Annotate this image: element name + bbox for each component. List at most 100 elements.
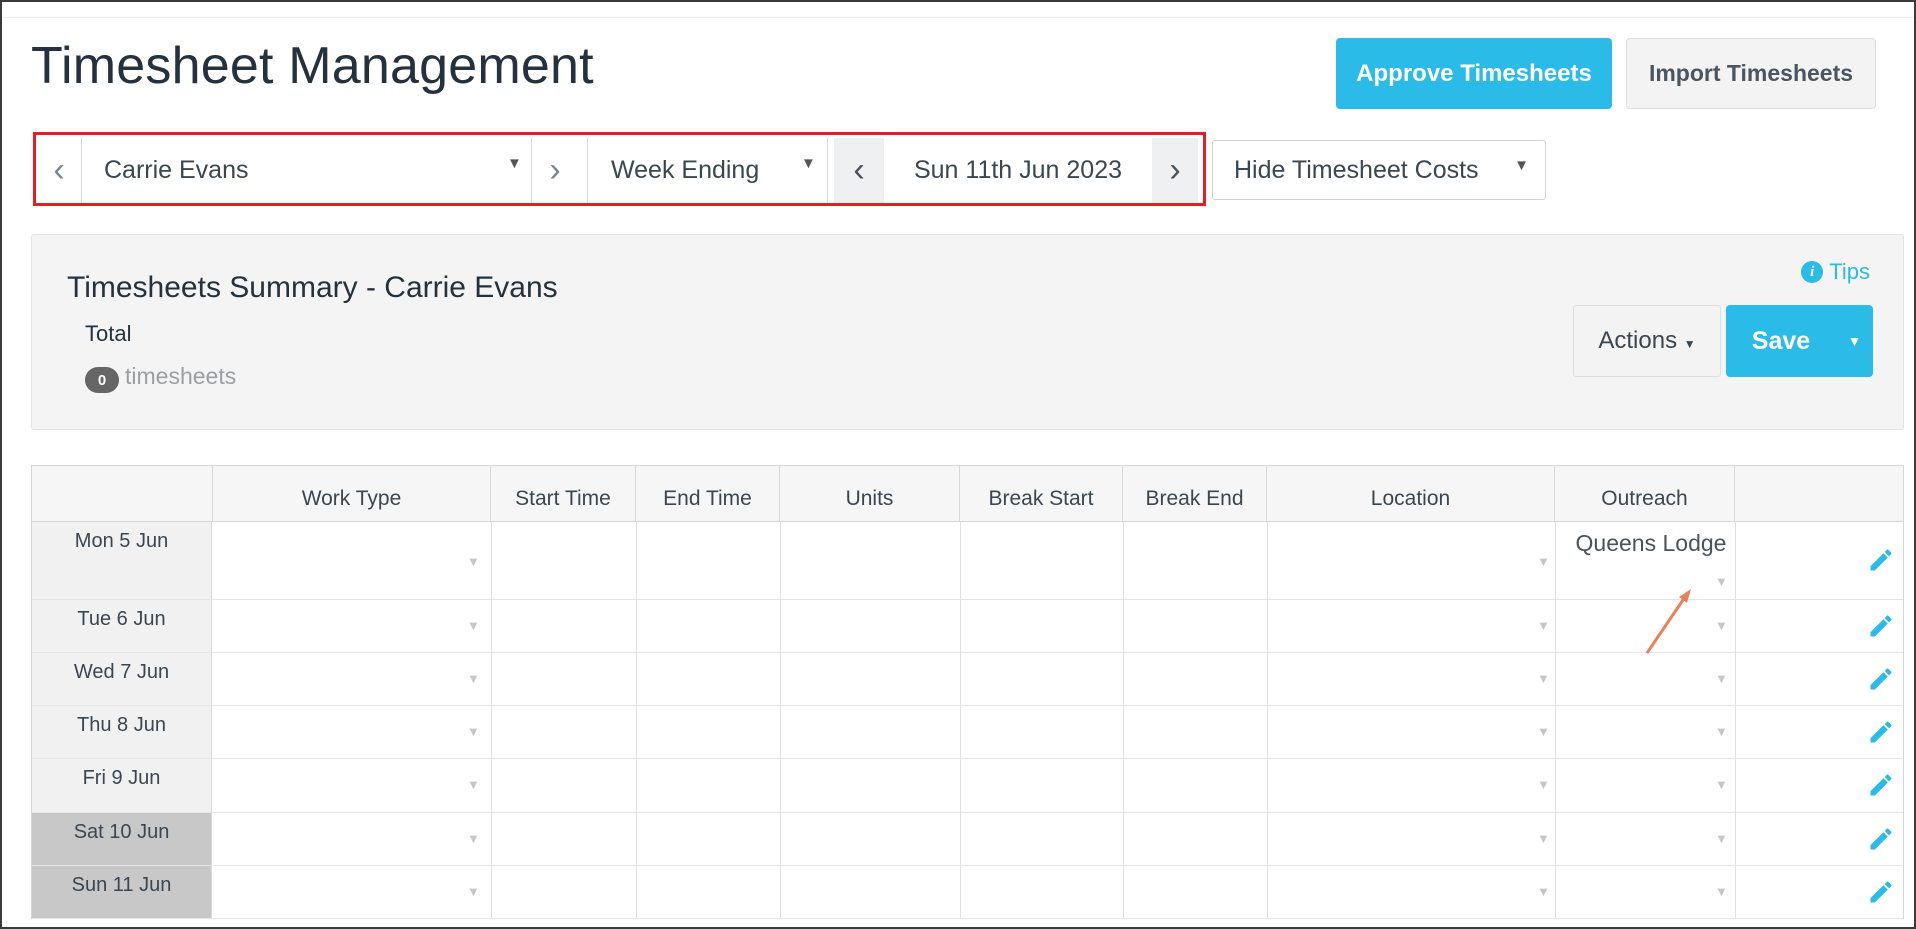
caret-down-icon[interactable]: ▼ — [467, 618, 480, 633]
day-cell: Tue 6 Jun — [32, 600, 212, 652]
costs-select-label: Hide Timesheet Costs — [1234, 155, 1479, 184]
caret-down-icon[interactable]: ▼ — [1715, 574, 1728, 589]
next-employee-button[interactable]: › — [531, 138, 579, 203]
save-button[interactable]: Save — [1726, 305, 1836, 377]
column-divider — [1735, 706, 1736, 758]
column-divider — [636, 813, 637, 865]
pencil-icon[interactable] — [1867, 878, 1895, 906]
column-divider — [636, 600, 637, 652]
caret-down-icon[interactable]: ▼ — [1537, 884, 1550, 899]
column-divider — [960, 522, 961, 599]
caret-down-icon[interactable]: ▼ — [1715, 724, 1728, 739]
prev-employee-button[interactable]: ‹ — [37, 138, 81, 203]
caret-down-icon[interactable]: ▼ — [1715, 618, 1728, 633]
top-strip — [2, 2, 1914, 18]
prev-week-button[interactable]: ‹ — [834, 138, 884, 203]
divider — [81, 138, 82, 203]
pencil-icon[interactable] — [1867, 665, 1895, 693]
next-week-button[interactable]: › — [1152, 138, 1198, 203]
column-divider — [1123, 522, 1124, 599]
column-header: Location — [1267, 466, 1555, 522]
column-divider — [1123, 600, 1124, 652]
column-header: Work Type — [213, 466, 491, 522]
day-cell: Sun 11 Jun — [32, 866, 212, 918]
caret-down-icon[interactable]: ▼ — [1537, 831, 1550, 846]
save-options-dropdown[interactable]: ▼ — [1836, 305, 1873, 377]
import-timesheets-button[interactable]: Import Timesheets — [1626, 38, 1876, 109]
chevron-right-icon: › — [549, 151, 561, 189]
column-divider — [636, 706, 637, 758]
table-row: Mon 5 Jun ▼ ▼ ▼ Queens Lodge — [32, 522, 1903, 600]
timesheet-costs-select[interactable]: Hide Timesheet Costs ▼ — [1212, 140, 1546, 200]
column-divider — [1267, 653, 1268, 705]
caret-down-icon[interactable]: ▼ — [467, 777, 480, 792]
caret-down-icon[interactable]: ▼ — [1715, 884, 1728, 899]
column-divider — [1267, 813, 1268, 865]
column-divider — [1555, 706, 1556, 758]
info-icon: i — [1801, 261, 1824, 283]
caret-down-icon: ▼ — [1847, 333, 1862, 349]
column-divider — [491, 600, 492, 652]
caret-down-icon[interactable]: ▼ — [467, 671, 480, 686]
column-divider — [1735, 866, 1736, 918]
column-divider — [1123, 813, 1124, 865]
timesheet-grid: Work Type Start Time End Time Units Brea… — [31, 465, 1904, 919]
column-divider — [1735, 600, 1736, 652]
summary-total-label: Total — [85, 321, 132, 346]
column-divider — [1555, 813, 1556, 865]
column-header: Units — [780, 466, 960, 522]
column-divider — [1123, 653, 1124, 705]
column-header: Start Time — [491, 466, 636, 522]
divider — [827, 138, 828, 203]
day-column-header — [32, 466, 213, 522]
summary-title: Timesheets Summary - Carrie Evans — [67, 271, 558, 304]
week-date-picker[interactable]: Sun 11th Jun 2023 — [884, 138, 1152, 203]
caret-down-icon[interactable]: ▼ — [467, 554, 480, 569]
caret-down-icon[interactable]: ▼ — [1715, 777, 1728, 792]
column-divider — [960, 600, 961, 652]
actions-dropdown-button[interactable]: Actions ▼ — [1573, 305, 1721, 377]
pencil-icon[interactable] — [1867, 718, 1895, 746]
caret-down-icon: ▼ — [1514, 157, 1529, 174]
column-divider — [1735, 759, 1736, 812]
column-divider — [780, 813, 781, 865]
caret-down-icon[interactable]: ▼ — [467, 724, 480, 739]
caret-down-icon[interactable]: ▼ — [1537, 724, 1550, 739]
column-divider — [780, 759, 781, 812]
timesheets-summary-panel: Timesheets Summary - Carrie Evans Total … — [31, 234, 1904, 430]
column-header: End Time — [636, 466, 780, 522]
timesheet-count-badge: 0 — [85, 367, 119, 393]
pencil-icon[interactable] — [1867, 612, 1895, 640]
caret-down-icon[interactable]: ▼ — [1715, 671, 1728, 686]
pencil-icon[interactable] — [1867, 771, 1895, 799]
pencil-icon[interactable] — [1867, 825, 1895, 853]
caret-down-icon[interactable]: ▼ — [1537, 554, 1550, 569]
column-divider — [1267, 866, 1268, 918]
caret-down-icon[interactable]: ▼ — [1715, 831, 1728, 846]
column-divider — [960, 866, 961, 918]
caret-down-icon[interactable]: ▼ — [1537, 671, 1550, 686]
column-divider — [1267, 600, 1268, 652]
column-divider — [491, 813, 492, 865]
tips-label: Tips — [1829, 259, 1870, 284]
caret-down-icon[interactable]: ▼ — [467, 884, 480, 899]
column-divider — [960, 706, 961, 758]
approve-timesheets-button[interactable]: Approve Timesheets — [1336, 38, 1612, 109]
caret-down-icon: ▼ — [507, 155, 522, 172]
tips-link[interactable]: i Tips — [1801, 259, 1870, 285]
caret-down-icon: ▼ — [1683, 337, 1696, 351]
column-divider — [636, 866, 637, 918]
chevron-left-icon: ‹ — [53, 151, 65, 189]
outreach-select-value[interactable]: Queens Lodge — [1562, 530, 1740, 557]
column-divider — [491, 759, 492, 812]
employee-select[interactable]: Carrie Evans — [104, 138, 249, 203]
caret-down-icon[interactable]: ▼ — [467, 831, 480, 846]
caret-down-icon[interactable]: ▼ — [1537, 777, 1550, 792]
column-divider — [1555, 653, 1556, 705]
column-divider — [960, 653, 961, 705]
column-divider — [636, 759, 637, 812]
period-type-select[interactable]: Week Ending — [611, 138, 759, 203]
caret-down-icon[interactable]: ▼ — [1537, 618, 1550, 633]
pencil-icon[interactable] — [1867, 546, 1895, 574]
column-divider — [1267, 759, 1268, 812]
